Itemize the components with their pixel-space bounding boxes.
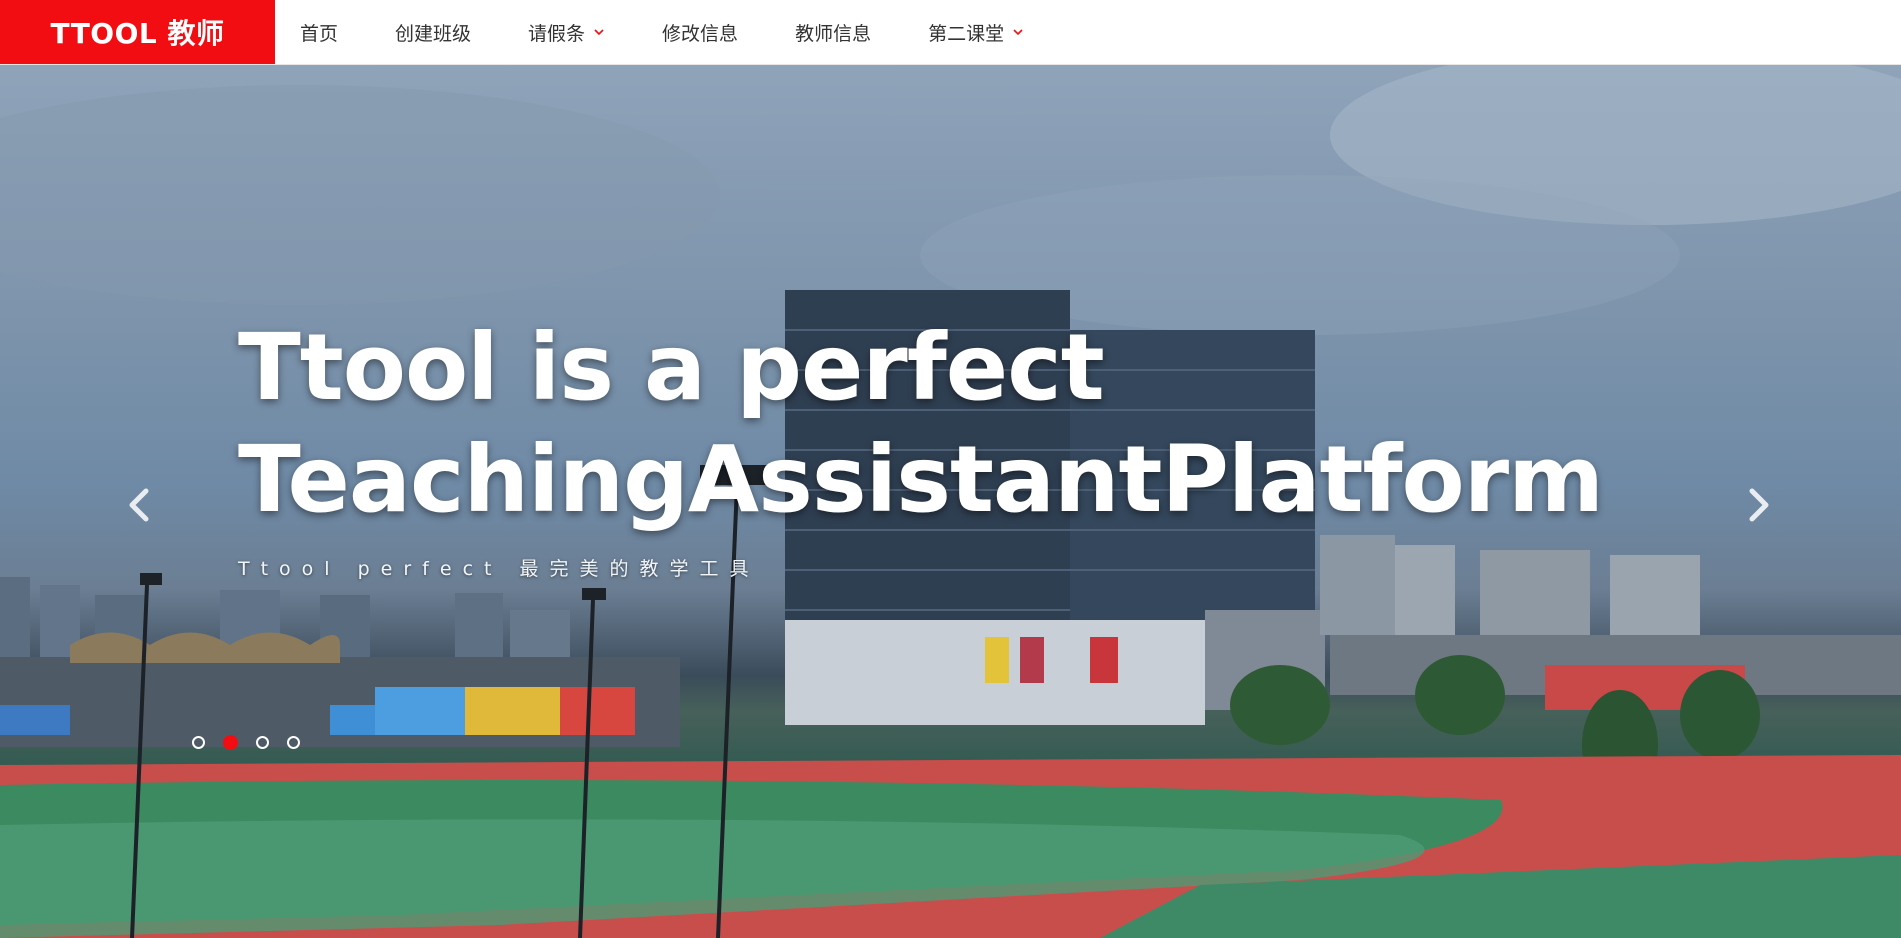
- nav-item-leave-notes[interactable]: 请假条: [528, 0, 605, 64]
- brand-logo[interactable]: TTOOL 教师: [0, 0, 275, 64]
- nav-item-create-class[interactable]: 创建班级: [395, 0, 471, 64]
- chevron-down-icon: [593, 26, 605, 38]
- carousel-dot-4[interactable]: [287, 736, 300, 749]
- nav-item-edit-info[interactable]: 修改信息: [662, 0, 738, 64]
- nav-item-home[interactable]: 首页: [300, 0, 338, 64]
- hero-carousel: Ttool is a perfect TeachingAssistantPlat…: [0, 65, 1901, 938]
- hero-title-line-2: TeachingAssistantPlatform: [238, 426, 1604, 533]
- hero-title-line-1: Ttool is a perfect: [238, 314, 1105, 421]
- nav-item-label: 创建班级: [395, 22, 472, 45]
- chevron-left-icon: [124, 485, 154, 529]
- carousel-dot-2-active[interactable]: [223, 735, 238, 750]
- nav-item-label: 请假条: [528, 22, 586, 45]
- nav-item-label: 教师信息: [795, 22, 872, 45]
- main-nav: 首页 创建班级 请假条 修改信息 教师信息 第二课堂: [275, 0, 1081, 64]
- nav-item-teacher-info[interactable]: 教师信息: [795, 0, 871, 64]
- hero-caption: Ttool is a perfect TeachingAssistantPlat…: [238, 312, 1604, 581]
- hero-subtitle: Ttool perfect 最完美的教学工具: [238, 558, 760, 580]
- nav-item-label: 首页: [300, 22, 339, 45]
- nav-item-label: 第二课堂: [928, 22, 1005, 45]
- chevron-right-icon: [1744, 485, 1774, 529]
- carousel-prev-button[interactable]: [122, 480, 156, 534]
- carousel-dot-1[interactable]: [192, 736, 205, 749]
- carousel-indicators: [192, 735, 318, 750]
- nav-item-label: 修改信息: [662, 22, 739, 45]
- carousel-next-button[interactable]: [1742, 480, 1776, 534]
- nav-item-second-classroom[interactable]: 第二课堂: [928, 0, 1024, 64]
- carousel-dot-3[interactable]: [256, 736, 269, 749]
- chevron-down-icon: [1012, 26, 1024, 38]
- top-navbar: TTOOL 教师 首页 创建班级 请假条 修改信息 教师信息 第二课堂: [0, 0, 1901, 65]
